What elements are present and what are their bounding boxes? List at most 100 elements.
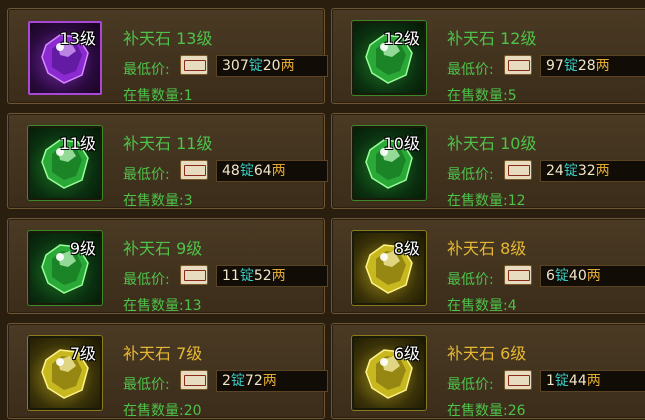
level-badge: 13级 [59,29,96,48]
level-badge: 8级 [393,239,420,258]
gem-icon-frame[interactable]: 12级 [352,21,426,95]
unit-ding: 锭 [563,58,578,74]
price-liang-value: 20 [262,58,281,74]
price-ding-value: 48 [222,163,240,179]
count-label-prefix: 在售数量: [123,298,184,314]
count-label-prefix: 在售数量: [447,88,508,104]
ticket-icon [504,55,532,75]
level-badge: 10级 [383,134,420,153]
item-name: 补天石 6级 [447,344,527,363]
price-label: 最低价: [123,377,170,393]
item-name: 补天石 11级 [123,134,213,153]
item-card-11[interactable]: 11级 补天石 11级 最低价: 48锭64两 在售数量:3 [7,113,328,210]
item-name: 补天石 8级 [447,239,527,258]
price-liang-value: 32 [577,163,596,179]
item-name: 补天石 10级 [447,134,537,153]
unit-liang: 两 [586,373,601,389]
unit-ding: 锭 [248,58,263,74]
price-box: 11锭52两 [216,265,328,287]
gem-icon-frame[interactable]: 10级 [352,126,426,200]
ticket-icon [504,160,532,180]
unit-ding: 锭 [554,373,569,389]
level-badge: 12级 [383,29,420,48]
item-name: 补天石 7级 [123,344,203,363]
item-card-12[interactable]: 12级 补天石 12级 最低价: 97锭28两 在售数量:5 [331,8,645,104]
price-ding-value: 11 [222,268,240,284]
ticket-icon [504,265,532,285]
ticket-icon [180,370,208,390]
level-badge: 7级 [69,344,96,363]
ticket-icon [180,55,208,75]
item-card-7[interactable]: 7级 补天石 7级 最低价: 2锭72两 在售数量:20 [7,323,328,419]
unit-liang: 两 [595,58,610,74]
unit-ding: 锭 [239,268,254,284]
item-card-9[interactable]: 9级 补天石 9级 最低价: 11锭52两 在售数量:13 [7,218,328,315]
price-ding-value: 24 [546,163,564,179]
unit-liang: 两 [280,58,295,74]
price-label: 最低价: [447,167,494,183]
price-box: 1锭44两 [540,370,645,392]
price-ding-value: 97 [546,58,564,74]
item-name: 补天石 12级 [447,29,537,48]
gem-icon-frame[interactable]: 8级 [352,231,426,305]
price-liang-value: 52 [253,268,272,284]
count-value: 20 [183,403,202,419]
price-label: 最低价: [123,272,170,288]
gem-icon-frame[interactable]: 13级 [28,21,102,95]
count-label-prefix: 在售数量: [123,403,184,419]
on-sale-count: 在售数量:26 [447,400,526,420]
gem-icon-frame[interactable]: 7级 [28,336,102,410]
unit-ding: 锭 [230,373,245,389]
unit-ding: 锭 [239,163,254,179]
count-label-prefix: 在售数量: [447,193,508,209]
item-card-13[interactable]: 13级 补天石 13级 最低价: 307锭20两 在售数量:1 [7,8,328,105]
unit-ding: 锭 [563,163,578,179]
level-badge: 6级 [393,344,420,363]
price-liang-value: 40 [568,268,587,284]
price-box: 2锭72两 [216,370,328,392]
count-value: 12 [507,193,526,209]
price-box: 97锭28两 [540,55,645,77]
on-sale-count: 在售数量:1 [123,85,193,105]
unit-ding: 锭 [554,268,569,284]
price-box: 307锭20两 [216,55,328,77]
price-ding-value: 307 [222,58,249,74]
unit-liang: 两 [271,268,286,284]
price-box: 48锭64两 [216,160,328,182]
count-label-prefix: 在售数量: [123,88,184,104]
count-value: 5 [507,88,517,104]
item-card-8[interactable]: 8级 补天石 8级 最低价: 6锭40两 在售数量:4 [331,218,645,314]
item-name: 补天石 9级 [123,239,203,258]
on-sale-count: 在售数量:13 [123,295,202,315]
item-name: 补天石 13级 [123,29,213,48]
gem-icon-frame[interactable]: 9级 [28,231,102,305]
price-liang-value: 28 [577,58,596,74]
unit-liang: 两 [586,268,601,284]
level-badge: 11级 [59,134,96,153]
on-sale-count: 在售数量:5 [447,85,517,105]
unit-liang: 两 [595,163,610,179]
price-label: 最低价: [447,62,494,78]
ticket-icon [180,160,208,180]
on-sale-count: 在售数量:3 [123,190,193,210]
ticket-icon [504,370,532,390]
item-card-10[interactable]: 10级 补天石 10级 最低价: 24锭32两 在售数量:12 [331,113,645,209]
item-card-6[interactable]: 6级 补天石 6级 最低价: 1锭44两 在售数量:26 [331,323,645,419]
unit-liang: 两 [262,373,277,389]
price-label: 最低价: [447,272,494,288]
ticket-icon [180,265,208,285]
gem-icon-frame[interactable]: 6级 [352,336,426,410]
price-label: 最低价: [123,62,170,78]
price-box: 6锭40两 [540,265,645,287]
on-sale-count: 在售数量:12 [447,190,526,210]
count-value: 1 [183,88,193,104]
count-value: 26 [507,403,526,419]
price-label: 最低价: [447,377,494,393]
gem-icon-frame[interactable]: 11级 [28,126,102,200]
price-ding-value: 2 [222,373,231,389]
price-box: 24锭32两 [540,160,645,182]
price-ding-value: 1 [546,373,555,389]
count-label-prefix: 在售数量: [123,193,184,209]
level-badge: 9级 [69,239,96,258]
on-sale-count: 在售数量:4 [447,295,517,315]
